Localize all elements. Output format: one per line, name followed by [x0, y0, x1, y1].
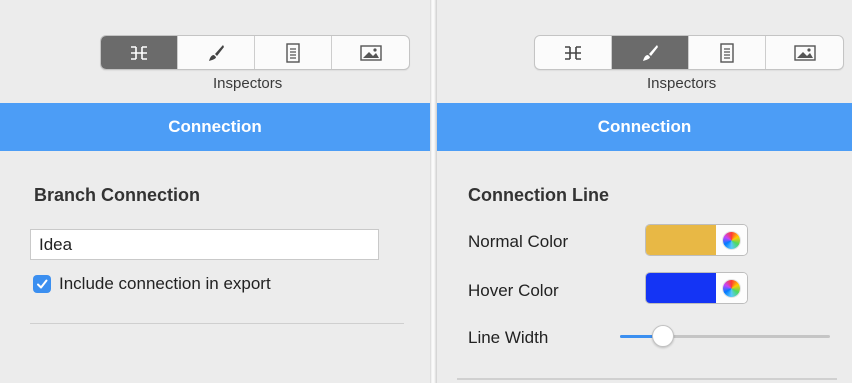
section-divider [30, 323, 404, 324]
normal-color-well[interactable] [645, 224, 748, 256]
line-width-label: Line Width [468, 328, 549, 347]
connection-label-input[interactable] [30, 229, 379, 260]
mindmap-tab-button[interactable] [101, 36, 178, 69]
style-tab-button[interactable] [178, 36, 255, 69]
document-tab-button[interactable] [255, 36, 332, 69]
hover-color-well[interactable] [645, 272, 748, 304]
image-tab-button[interactable] [332, 36, 409, 69]
slider-knob[interactable] [651, 325, 674, 347]
checkmark-icon [37, 279, 48, 289]
brush-icon [643, 44, 658, 61]
section-divider [457, 378, 837, 380]
color-picker-button[interactable] [716, 273, 747, 303]
color-picker-button[interactable] [716, 225, 747, 255]
style-tab-button[interactable] [612, 36, 689, 69]
color-wheel-icon [723, 279, 740, 297]
connection-line-title: Connection Line [468, 185, 609, 205]
pane-divider [430, 0, 437, 383]
hover-color-label: Hover Color [468, 281, 559, 300]
normal-color-label: Normal Color [468, 232, 569, 251]
document-tab-button[interactable] [689, 36, 766, 69]
include-in-export-label: Include connection in export [59, 274, 271, 293]
inspector-panel-left: Inspectors Connection Branch Connection … [0, 0, 430, 383]
line-width-slider[interactable] [620, 325, 830, 347]
mindmap-tab-button[interactable] [535, 36, 612, 69]
include-in-export-row[interactable]: Include connection in export [33, 274, 271, 294]
image-tab-button[interactable] [766, 36, 843, 69]
inspector-toolbar [100, 35, 410, 70]
document-icon [720, 42, 734, 63]
brush-icon [209, 44, 224, 61]
connection-header: Connection [0, 103, 430, 151]
inspector-panel-right: Inspectors Connection Connection Line No… [437, 0, 852, 383]
document-icon [286, 42, 300, 63]
mindmap-icon [565, 45, 581, 60]
color-wheel-icon [723, 231, 740, 249]
branch-connection-title: Branch Connection [34, 185, 201, 205]
image-icon [359, 44, 382, 61]
normal-color-swatch[interactable] [646, 225, 716, 255]
inspector-toolbar [534, 35, 844, 70]
include-in-export-checkbox[interactable] [33, 275, 51, 293]
inspectors-label: Inspectors [647, 75, 717, 92]
image-icon [793, 44, 816, 61]
hover-color-swatch[interactable] [646, 273, 716, 303]
inspectors-label: Inspectors [213, 75, 283, 92]
connection-header: Connection [437, 103, 852, 151]
mindmap-icon [131, 45, 147, 60]
